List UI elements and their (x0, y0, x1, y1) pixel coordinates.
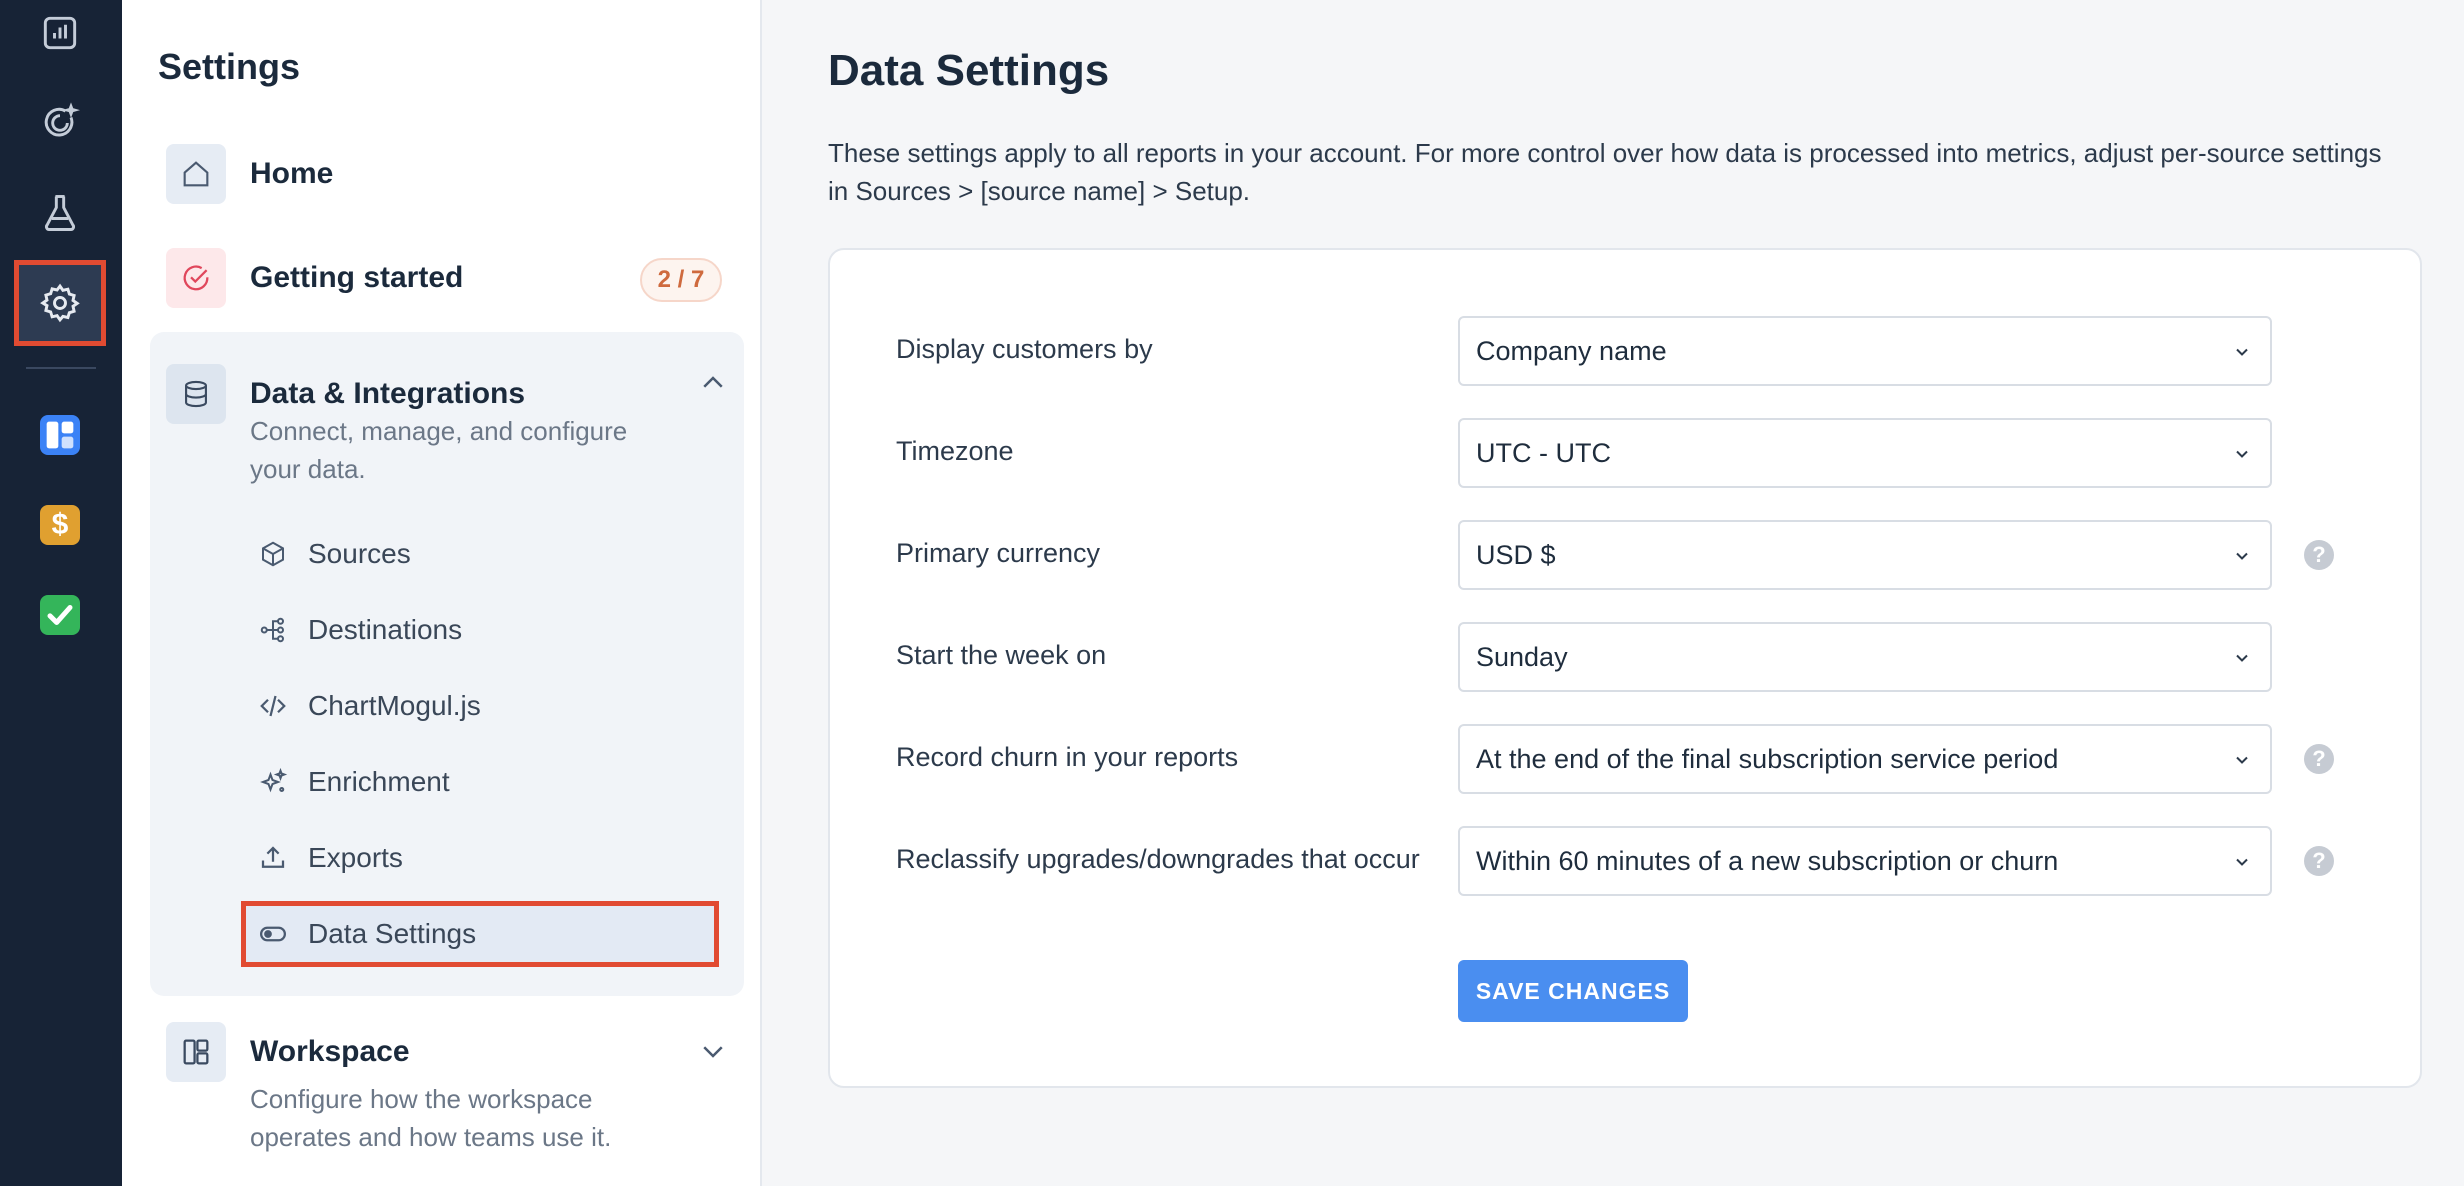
insights-icon (44, 102, 81, 137)
data-integrations-group: Data & Integrations Connect, manage, and… (150, 332, 744, 996)
timezone-label: Timezone (896, 436, 1014, 466)
start-week-label: Start the week on (896, 640, 1107, 670)
progress-badge: 2 / 7 (640, 258, 722, 302)
reclassify-select[interactable]: Within 60 minutes of a new subscription … (1458, 826, 2272, 896)
record-churn-label: Record churn in your reports (896, 742, 1239, 772)
page-title: Data Settings (828, 46, 1110, 95)
chevron-down-icon (2236, 552, 2248, 560)
flask-icon (45, 195, 75, 231)
sidebar-item-label: Enrichment (308, 766, 450, 797)
sidebar-item-sources[interactable]: Sources (242, 522, 718, 586)
check-app-icon (40, 595, 80, 635)
sidebar-item-label: Destinations (308, 614, 463, 645)
sidebar-item-workspace[interactable]: Workspace (166, 1022, 410, 1082)
chevron-down-icon (2236, 654, 2248, 662)
main-content: Data Settings These settings apply to al… (762, 0, 2464, 1186)
display-customers-select[interactable]: Company name (1458, 316, 2272, 386)
sidebar-item-data-settings[interactable]: Data Settings (241, 901, 719, 967)
sidebar-item-home[interactable]: Home (166, 144, 333, 204)
upload-icon (261, 846, 285, 868)
reports-nav-button[interactable] (14, 0, 106, 76)
sidebar-item-chartmogul-js[interactable]: ChartMogul.js (242, 674, 718, 738)
toggle-icon (260, 926, 286, 942)
billing-app-button[interactable]: $ (14, 482, 106, 568)
board-app-icon (40, 415, 80, 455)
settings-nav-button[interactable] (14, 260, 106, 346)
reclassify-label: Reclassify upgrades/downgrades that occu… (896, 844, 1420, 874)
sidebar-item-label: Sources (308, 538, 411, 569)
start-week-select[interactable]: Sunday (1458, 622, 2272, 692)
code-icon (260, 695, 286, 717)
lab-nav-button[interactable] (14, 170, 106, 256)
page-intro: These settings apply to all reports in y… (828, 138, 2382, 206)
save-changes-button[interactable]: SAVE CHANGES (1458, 960, 1688, 1022)
select-value: Company name (1476, 335, 1667, 366)
help-icon[interactable]: ? (2304, 540, 2334, 570)
sidebar-item-label: Exports (308, 842, 403, 873)
sidebar-item-enrichment[interactable]: Enrichment (242, 750, 718, 814)
display-customers-label: Display customers by (896, 334, 1153, 364)
database-icon (166, 364, 226, 424)
primary-currency-label: Primary currency (896, 538, 1101, 568)
primary-currency-select[interactable]: USD $ (1458, 520, 2272, 590)
home-icon (166, 144, 226, 204)
chevron-down-icon (2236, 450, 2248, 458)
sidebar-item-label: Data Settings (308, 918, 477, 949)
select-value: At the end of the final subscription ser… (1476, 743, 2059, 774)
dollar-app-icon: $ (40, 505, 80, 545)
sidebar-item-destinations[interactable]: Destinations (242, 598, 718, 662)
chevron-up-icon[interactable] (698, 368, 728, 398)
select-value: USD $ (1476, 539, 1556, 570)
board-app-button[interactable] (14, 392, 106, 478)
settings-sidebar: Settings Home Getting started 2 / 7 Data… (122, 0, 762, 1186)
layout-icon (166, 1022, 226, 1082)
sidebar-item-exports[interactable]: Exports (242, 826, 718, 890)
sidebar-item-label: Home (250, 157, 334, 190)
rail-divider (26, 367, 96, 369)
sidebar-item-label: Data & Integrations (250, 377, 526, 410)
share-nodes-icon (260, 617, 284, 643)
chevron-down-icon (2236, 348, 2248, 356)
bar-chart-icon (43, 16, 77, 50)
record-churn-select[interactable]: At the end of the final subscription ser… (1458, 724, 2272, 794)
tasks-app-button[interactable] (14, 572, 106, 658)
sidebar-title: Settings (158, 46, 301, 87)
sidebar-item-label: Workspace (250, 1035, 410, 1068)
settings-card: Display customers by Company name Timezo… (828, 248, 2422, 1088)
select-value: UTC - UTC (1476, 437, 1611, 468)
sidebar-item-getting-started[interactable]: Getting started (166, 248, 463, 308)
help-icon[interactable]: ? (2304, 744, 2334, 774)
select-value: Sunday (1476, 641, 1568, 672)
insights-nav-button[interactable] (14, 80, 106, 166)
sparkle-icon (260, 767, 288, 793)
help-icon[interactable]: ? (2304, 846, 2334, 876)
chevron-down-icon (2236, 756, 2248, 764)
app-rail: $ (0, 0, 122, 1186)
check-circle-icon (166, 248, 226, 308)
sidebar-item-label: ChartMogul.js (308, 690, 481, 721)
chevron-down-icon[interactable] (698, 1036, 728, 1066)
sidebar-item-label: Getting started (250, 261, 464, 294)
select-value: Within 60 minutes of a new subscription … (1476, 845, 2059, 876)
timezone-select[interactable]: UTC - UTC (1458, 418, 2272, 488)
workspace-description: Configure how the workspace operates and… (250, 1084, 612, 1152)
gear-icon (40, 283, 80, 323)
group-description: Connect, manage, and configure your data… (250, 416, 628, 484)
chevron-down-icon (2236, 858, 2248, 866)
cube-icon (262, 541, 284, 567)
